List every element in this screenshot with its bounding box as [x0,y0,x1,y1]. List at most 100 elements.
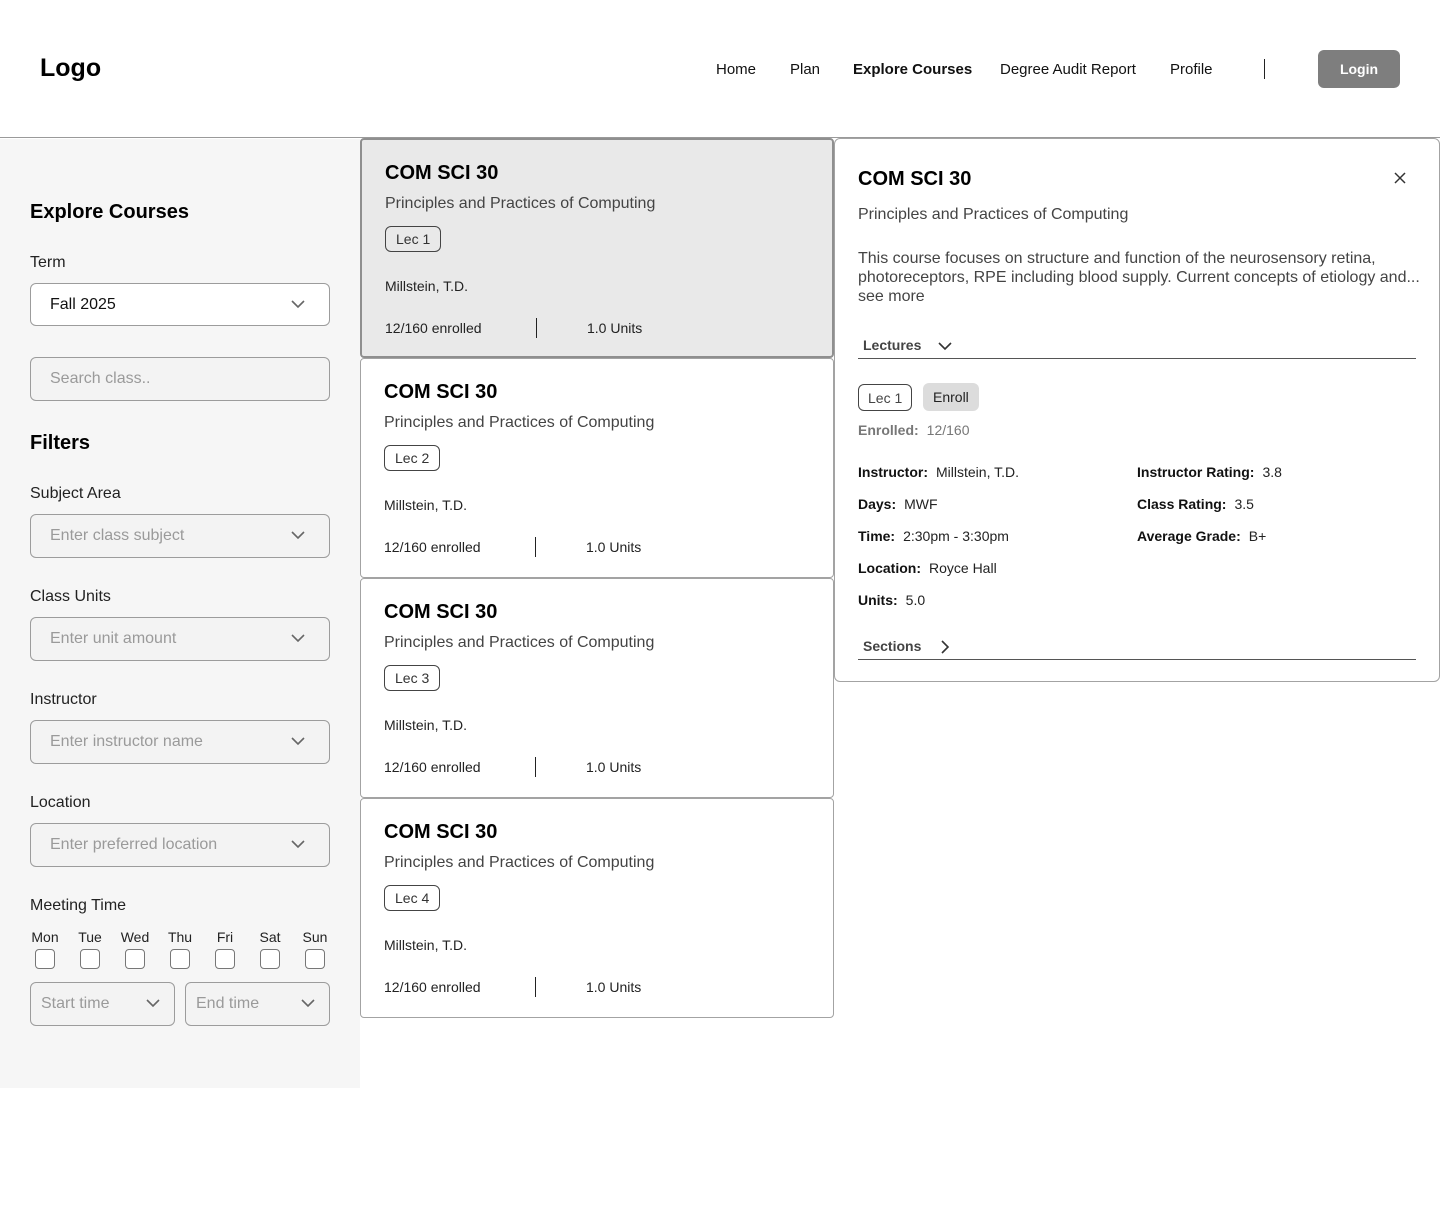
sections-label: Sections [863,638,922,654]
day-checkbox-sat[interactable] [260,949,280,969]
lecture-tag: Lec 1 [385,226,442,252]
course-instructor: Millstein, T.D. [385,278,468,294]
nav-explore-courses[interactable]: Explore Courses [853,61,972,78]
course-instructor: Millstein, T.D. [384,937,467,953]
sections-accordion[interactable]: Sections [858,638,1416,660]
chevron-down-icon [291,736,305,746]
term-select[interactable]: Fall 2025 [30,283,330,326]
nav-home[interactable]: Home [716,61,756,78]
average-grade-info: Average Grade: B+ [1137,528,1266,544]
close-icon[interactable] [1391,169,1409,187]
course-card[interactable]: COM SCI 30 Principles and Practices of C… [360,358,834,578]
day-label: Tue [78,929,102,945]
course-code: COM SCI 30 [385,162,499,184]
day-checkbox-tue[interactable] [80,949,100,969]
chevron-down-icon [291,633,305,643]
enrollment-count: 12/160 enrolled [385,320,482,336]
units-info: Units: 5.0 [858,592,925,608]
divider [535,977,536,997]
day-label: Mon [31,929,59,945]
instructor-placeholder: Enter instructor name [50,733,203,750]
day-label: Sun [302,929,328,945]
chevron-down-icon [291,839,305,849]
chevron-down-icon [301,998,315,1008]
course-units: 1.0 Units [586,759,642,775]
course-units: 1.0 Units [586,539,642,555]
filters-title: Filters [30,432,91,454]
meeting-time-label: Meeting Time [30,897,127,914]
class-units-placeholder: Enter unit amount [50,630,177,647]
location-select[interactable]: Enter preferred location [30,823,330,867]
location-placeholder: Enter preferred location [50,836,218,853]
sidebar-title: Explore Courses [30,201,189,223]
chevron-right-icon [938,640,952,654]
info-label: Days: [858,496,897,512]
day-label: Sat [259,929,281,945]
lectures-accordion[interactable]: Lectures [858,337,1416,359]
description-text: This course focuses on structure and fun… [858,250,1420,286]
instructor-select[interactable]: Enter instructor name [30,720,330,764]
term-value: Fall 2025 [50,295,116,313]
day-monday: Mon [25,929,65,969]
course-code: COM SCI 30 [384,821,498,843]
day-tuesday: Tue [70,929,110,969]
day-label: Wed [120,929,150,945]
info-value: 5.0 [905,592,926,608]
course-card[interactable]: COM SCI 30 Principles and Practices of C… [360,138,834,358]
search-placeholder: Search class.. [50,370,151,387]
day-checkbox-mon[interactable] [35,949,55,969]
course-description: This course focuses on structure and fun… [858,249,1423,306]
day-checkbox-thu[interactable] [170,949,190,969]
lecture-tag: Lec 3 [384,665,441,691]
class-units-select[interactable]: Enter unit amount [30,617,330,661]
see-more-link[interactable]: see more [858,288,925,305]
course-name: Principles and Practices of Computing [384,854,655,871]
course-code: COM SCI 30 [384,601,498,623]
course-name: Principles and Practices of Computing [384,634,655,651]
enrolled-value: 12/160 [926,422,970,438]
chevron-down-icon [146,998,160,1008]
nav-plan[interactable]: Plan [790,61,820,78]
course-units: 1.0 Units [587,320,643,336]
info-label: Class Rating: [1137,496,1227,512]
instructor-rating-info: Instructor Rating: 3.8 [1137,464,1282,480]
lecture-tag[interactable]: Lec 1 [858,384,913,411]
enrollment-count: 12/160 enrolled [384,539,481,555]
chevron-down-icon [291,530,305,540]
start-time-select[interactable]: Start time [30,982,175,1026]
info-label: Location: [858,560,921,576]
enrolled-label: Enrolled: [858,422,919,438]
nav-degree-audit-report[interactable]: Degree Audit Report [1000,61,1136,78]
enroll-button[interactable]: Enroll [923,383,979,411]
info-value: B+ [1248,528,1267,544]
lectures-label: Lectures [863,337,922,353]
chevron-down-icon [938,339,952,353]
course-card[interactable]: COM SCI 30 Principles and Practices of C… [360,578,834,798]
course-name: Principles and Practices of Computing [385,195,656,212]
day-label: Thu [167,929,193,945]
days-info: Days: MWF [858,496,938,512]
detail-course-name: Principles and Practices of Computing [858,206,1129,223]
end-time-placeholder: End time [196,995,260,1012]
end-time-select[interactable]: End time [185,982,330,1026]
top-nav-bar: Logo Home Plan Explore Courses Degree Au… [0,0,1440,138]
login-button[interactable]: Login [1318,50,1400,88]
course-card[interactable]: COM SCI 30 Principles and Practices of C… [360,798,834,1018]
start-time-placeholder: Start time [41,995,110,1012]
info-value: Millstein, T.D. [936,464,1019,480]
enrollment-count: 12/160 enrolled [384,759,481,775]
nav-profile[interactable]: Profile [1170,61,1213,78]
location-label: Location [30,794,91,811]
info-label: Time: [858,528,896,544]
logo: Logo [40,54,102,82]
search-input[interactable]: Search class.. [30,357,330,401]
lecture-tag: Lec 2 [384,445,441,471]
day-wednesday: Wed [115,929,155,969]
day-checkbox-sun[interactable] [305,949,325,969]
subject-area-select[interactable]: Enter class subject [30,514,330,558]
day-checkbox-wed[interactable] [125,949,145,969]
course-units: 1.0 Units [586,979,642,995]
day-thursday: Thu [160,929,200,969]
day-checkbox-fri[interactable] [215,949,235,969]
course-code: COM SCI 30 [384,381,498,403]
